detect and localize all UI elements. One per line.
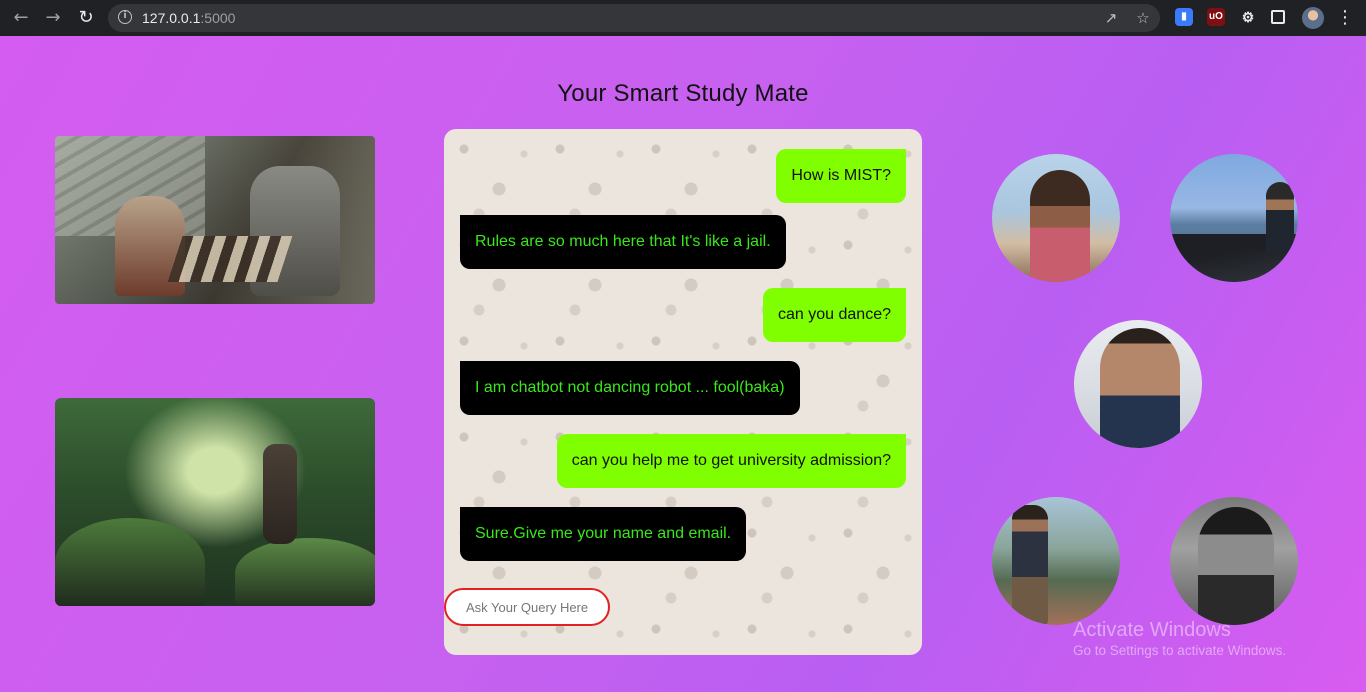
watermark-title: Activate Windows <box>1073 619 1231 641</box>
bot-message: I am chatbot not dancing robot ... fool(… <box>460 361 800 415</box>
info-icon[interactable]: i <box>118 10 132 24</box>
page-body: Your Smart Study Mate How is MIST? Rules… <box>0 36 1366 692</box>
team-member-photo <box>1170 154 1298 282</box>
team-member-photo <box>992 497 1120 625</box>
team-member-photo <box>992 154 1120 282</box>
chess-robot-image <box>55 136 375 304</box>
browser-toolbar: ← → ↻ i 127.0.0.1:5000 ↗ ☆ ▮ uO ⚙ ⋮ <box>0 0 1366 36</box>
bookmark-extension-icon[interactable]: ▮ <box>1175 8 1193 26</box>
side-panel-icon[interactable] <box>1271 10 1285 24</box>
url-text[interactable]: 127.0.0.1:5000 <box>142 10 235 26</box>
chat-window: How is MIST? Rules are so much here that… <box>444 129 922 655</box>
team-member-photo <box>1170 497 1298 625</box>
watermark-subtitle: Go to Settings to activate Windows. <box>1073 643 1287 658</box>
query-input[interactable] <box>444 588 610 626</box>
activate-windows-watermark: Activate Windows Go to Settings to activ… <box>1073 618 1286 660</box>
arrow-right-icon[interactable]: → <box>42 7 64 29</box>
puzzle-icon[interactable]: ⚙ <box>1239 8 1257 26</box>
ublock-label: uO <box>1209 11 1223 22</box>
profile-avatar[interactable] <box>1302 7 1324 29</box>
user-message: can you dance? <box>763 288 906 342</box>
arrow-left-icon[interactable]: ← <box>10 7 32 29</box>
bot-message: Rules are so much here that It's like a … <box>460 215 786 269</box>
team-member-photo <box>1074 320 1202 448</box>
share-icon[interactable]: ↗ <box>1102 9 1120 27</box>
reload-icon[interactable]: ↻ <box>75 7 97 29</box>
page-title: Your Smart Study Mate <box>557 80 809 107</box>
address-bar[interactable]: i 127.0.0.1:5000 ↗ ☆ <box>108 4 1160 32</box>
user-message: can you help me to get university admiss… <box>556 434 906 488</box>
bot-message: Sure.Give me your name and email. <box>460 507 747 561</box>
forest-robot-image <box>55 398 375 606</box>
user-message: How is MIST? <box>776 149 906 203</box>
ublock-extension-icon[interactable]: uO <box>1207 8 1225 26</box>
star-icon[interactable]: ☆ <box>1134 9 1152 27</box>
kebab-menu-icon[interactable]: ⋮ <box>1336 7 1354 29</box>
